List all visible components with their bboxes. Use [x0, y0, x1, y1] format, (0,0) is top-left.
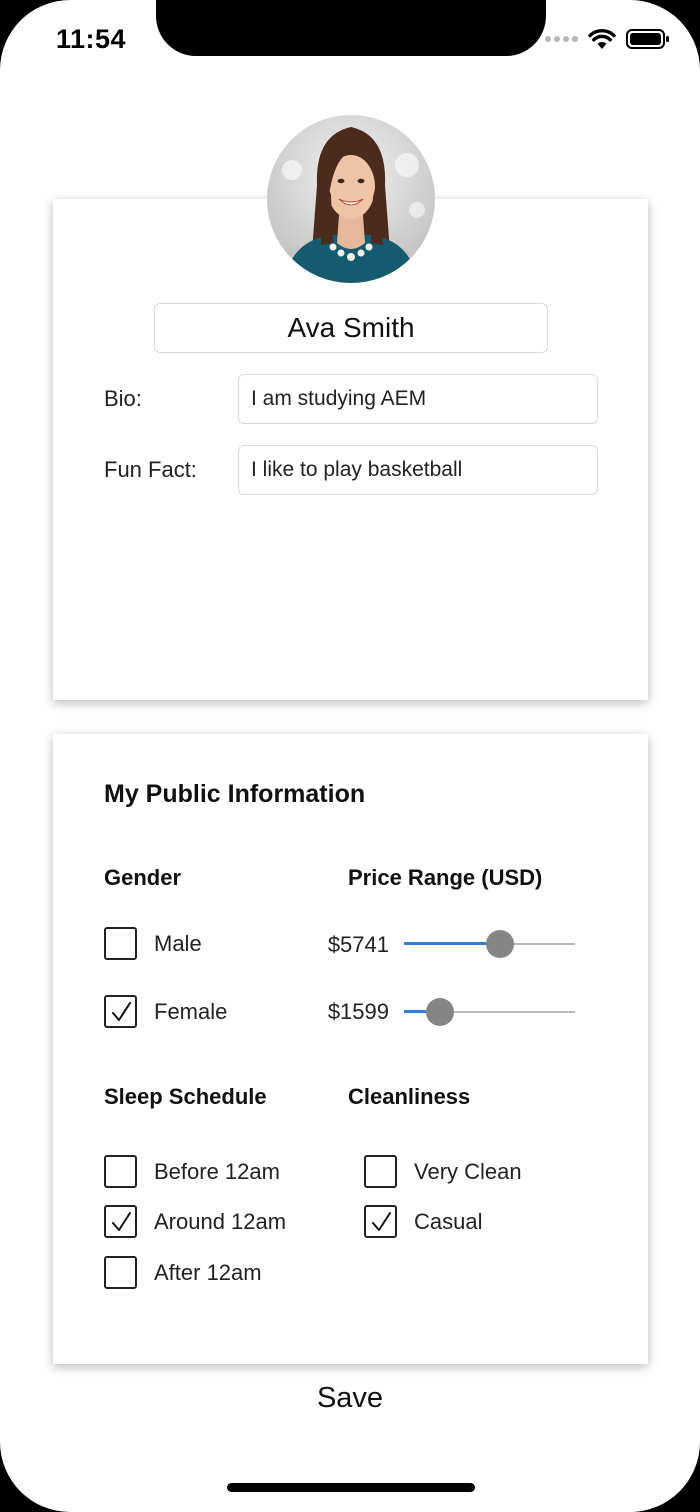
female-checkbox[interactable]: [104, 995, 137, 1028]
wifi-icon: [588, 28, 616, 49]
casual-checkbox[interactable]: [364, 1205, 397, 1238]
status-time: 11:54: [56, 24, 127, 54]
slider-thumb[interactable]: [425, 998, 454, 1026]
checkmark-icon: [111, 1211, 131, 1231]
sleep-option-before-12am[interactable]: Before 12am: [104, 1155, 280, 1188]
sleep-schedule-heading: Sleep Schedule: [104, 1084, 267, 1109]
notch: [156, 0, 546, 56]
cleanliness-option-casual[interactable]: Casual: [364, 1205, 482, 1238]
home-indicator[interactable]: [227, 1483, 475, 1492]
gender-option-female[interactable]: Female: [104, 995, 227, 1028]
checkmark-icon: [371, 1211, 391, 1231]
bio-field[interactable]: I am studying AEM: [238, 374, 598, 424]
gender-heading: Gender: [104, 865, 182, 890]
bio-label: Bio:: [104, 386, 142, 411]
price-min-slider[interactable]: [404, 997, 575, 1027]
checkmark-icon: [111, 1001, 131, 1021]
cellular-signal-icon: [545, 36, 578, 42]
after-12am-checkbox[interactable]: [104, 1256, 137, 1289]
sleep-option-around-12am[interactable]: Around 12am: [104, 1205, 286, 1238]
cleanliness-heading: Cleanliness: [348, 1084, 471, 1109]
cleanliness-option-very-clean[interactable]: Very Clean: [364, 1155, 522, 1188]
phone-screen: 11:54 Ava Smith Bio: I am studying AEM F…: [0, 0, 700, 1512]
before-12am-label: Before 12am: [154, 1158, 280, 1184]
casual-label: Casual: [414, 1208, 483, 1234]
status-icons: [545, 28, 670, 50]
name-field[interactable]: Ava Smith: [154, 303, 548, 353]
gender-option-male[interactable]: Male: [104, 927, 202, 960]
after-12am-label: After 12am: [154, 1259, 262, 1285]
battery-icon: [626, 29, 669, 49]
female-label: Female: [154, 998, 228, 1024]
public-info-card: My Public Information Gender Price Range…: [53, 734, 648, 1364]
around-12am-checkbox[interactable]: [104, 1205, 137, 1238]
price-max-label: $5741: [327, 932, 389, 957]
slider-thumb[interactable]: [485, 930, 514, 958]
very-clean-label: Very Clean: [414, 1158, 522, 1184]
section-title: My Public Information: [104, 780, 366, 808]
save-button[interactable]: Save: [0, 1382, 700, 1415]
very-clean-checkbox[interactable]: [364, 1155, 397, 1188]
before-12am-checkbox[interactable]: [104, 1155, 137, 1188]
male-label: Male: [154, 930, 202, 956]
fun-fact-label: Fun Fact:: [104, 457, 197, 482]
around-12am-label: Around 12am: [154, 1208, 287, 1234]
price-range-heading: Price Range (USD): [348, 865, 543, 890]
male-checkbox[interactable]: [104, 927, 137, 960]
avatar-photo: [267, 115, 435, 283]
price-min-label: $1599: [327, 999, 389, 1024]
price-max-slider[interactable]: [404, 929, 575, 959]
sleep-option-after-12am[interactable]: After 12am: [104, 1256, 262, 1289]
fun-fact-field[interactable]: I like to play basketball: [238, 445, 598, 495]
profile-avatar[interactable]: [267, 115, 435, 283]
